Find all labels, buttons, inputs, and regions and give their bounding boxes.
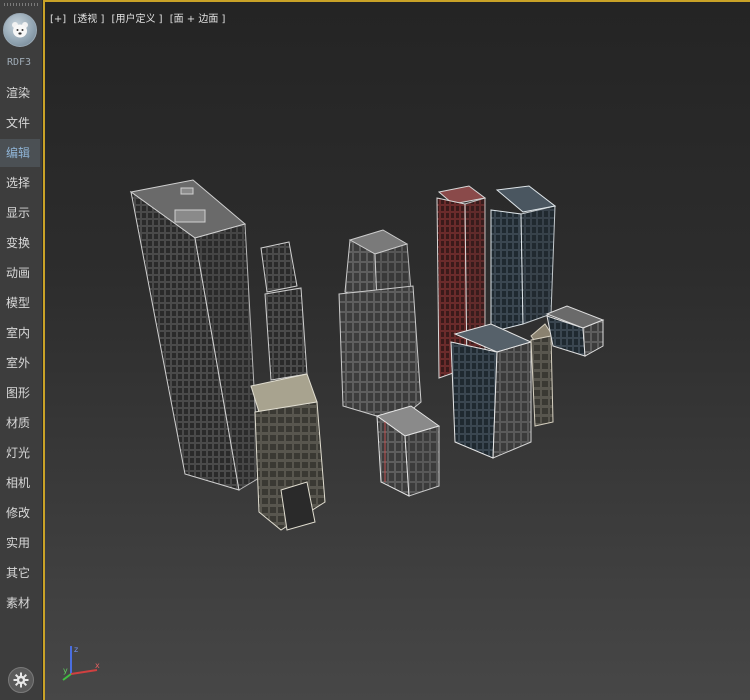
left-toolbar: RDF3 渲染 文件 编辑 选择 显示 变换 动画 模型 室内 室外 图形 材质 灯光 相机 修改 实用 其它素… <box>0 0 43 700</box>
settings-button[interactable] <box>8 667 34 693</box>
plugin-name: RDF3 <box>6 57 32 68</box>
toolbar-item-11[interactable]: 材质 <box>0 409 40 437</box>
axis-z-label: z <box>74 645 78 654</box>
toolbar-item-3[interactable]: 选择 <box>0 169 40 197</box>
building-beige-shaft[interactable] <box>530 323 554 427</box>
toolbar-item-15[interactable]: 实用 <box>0 529 40 557</box>
toolbar-item-1[interactable]: 文件 <box>0 109 40 137</box>
toolbar-item-6[interactable]: 动画 <box>0 259 40 287</box>
toolbar-item-9[interactable]: 室外 <box>0 349 40 377</box>
building-stepped-tower[interactable] <box>338 229 422 423</box>
building-models-scene[interactable] <box>45 2 750 700</box>
building-slab-tower[interactable] <box>129 179 260 491</box>
toolbar-item-12[interactable]: 灯光 <box>0 439 40 467</box>
toolbar-item-7[interactable]: 模型 <box>0 289 40 317</box>
gear-icon <box>13 672 29 688</box>
toolbar-item-16[interactable]: 其它 <box>0 559 40 587</box>
toolbar-item-2[interactable]: 编辑 <box>0 139 40 167</box>
toolbar-item-8[interactable]: 室内 <box>0 319 40 347</box>
toolbar-item-5[interactable]: 变换 <box>0 229 40 257</box>
toolbar-item-10[interactable]: 图形 <box>0 379 40 407</box>
toolbar-item-17[interactable]: 素材 <box>0 589 40 617</box>
toolbar-item-4[interactable]: 显示 <box>0 199 40 227</box>
bear-logo-icon[interactable] <box>3 13 37 47</box>
toolbar-item-0[interactable]: 渲染 <box>0 79 40 107</box>
perspective-viewport[interactable]: [+] [透视 ] [用户定义 ] [面 + 边面 ] z x y <box>43 0 750 700</box>
building-artdeco-tower[interactable] <box>250 373 326 531</box>
axis-gizmo-icon: z x y <box>62 645 100 681</box>
building-glass-block[interactable] <box>450 323 533 459</box>
building-low-block[interactable] <box>545 305 605 357</box>
axis-y-label: y <box>63 666 68 675</box>
building-thin-tower[interactable] <box>260 241 308 381</box>
building-blue-tower[interactable] <box>490 185 557 333</box>
toolbar-item-14[interactable]: 修改 <box>0 499 40 527</box>
toolbar-item-13[interactable]: 相机 <box>0 469 40 497</box>
axis-x-label: x <box>95 661 100 670</box>
building-small-cube[interactable] <box>375 405 441 497</box>
toolbar-grip-handle[interactable] <box>4 3 38 6</box>
